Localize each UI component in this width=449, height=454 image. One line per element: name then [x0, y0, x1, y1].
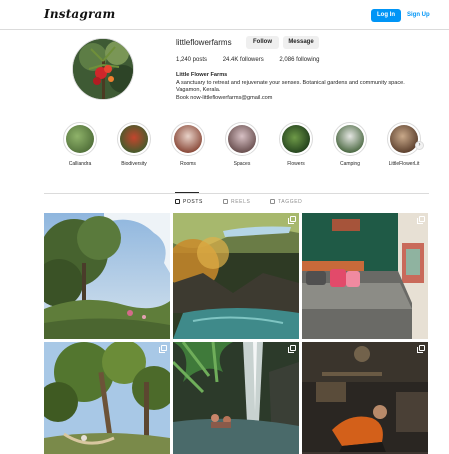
highlight-label: Spaces [233, 161, 251, 167]
highlight-label: Camping [339, 161, 360, 167]
tab-posts-label: POSTS [183, 199, 203, 205]
bio-description: A sanctuary to retreat and rejuvenate yo… [176, 79, 405, 86]
highlight-item[interactable]: Biodiversity [109, 122, 159, 167]
highlight-item[interactable]: Rooms [163, 122, 213, 167]
tabs-divider [44, 193, 429, 194]
tab-tagged[interactable]: TAGGED [270, 199, 302, 205]
tab-reels[interactable]: REELS [223, 199, 250, 205]
follow-button[interactable]: Follow [246, 36, 279, 49]
bio-location: Vagamon, Kerala. [176, 87, 221, 93]
profile-bio: Little Flower Farms A sanctuary to retre… [176, 72, 426, 102]
tab-posts[interactable]: POSTS [175, 199, 203, 205]
chevron-right-icon[interactable]: › [415, 141, 424, 150]
tab-tagged-label: TAGGED [278, 199, 303, 205]
top-nav-bar: Instagram Log In Sign Up [0, 0, 449, 30]
carousel-icon [288, 345, 296, 353]
carousel-icon [417, 345, 425, 353]
tab-reels-label: REELS [231, 199, 251, 205]
post-thumbnail[interactable] [302, 213, 428, 339]
carousel-icon [159, 345, 167, 353]
highlight-item[interactable]: Spaces [217, 122, 267, 167]
highlight-item[interactable]: Flowers [271, 122, 321, 167]
active-tab-indicator [175, 192, 199, 193]
profile-avatar[interactable] [72, 38, 134, 100]
posts-count: 1,240 posts [176, 57, 208, 63]
story-highlights: Calliandra Biodiversity Rooms Spaces Flo… [0, 122, 449, 172]
grid-icon [175, 199, 180, 204]
highlight-label: Rooms [180, 161, 196, 167]
followers-count[interactable]: 24.4K followers [223, 57, 264, 63]
profile-display-name: Little Flower Farms [176, 72, 228, 78]
carousel-icon [288, 216, 296, 224]
post-thumbnail[interactable] [44, 342, 170, 454]
tagged-icon [270, 199, 275, 204]
instagram-logo[interactable]: Instagram [44, 7, 115, 21]
highlight-label: Biodiversity [121, 161, 147, 167]
reels-icon [223, 199, 228, 204]
carousel-icon [417, 216, 425, 224]
posts-grid [44, 213, 429, 454]
profile-username: littleflowerfarms [176, 38, 232, 47]
signup-link[interactable]: Sign Up [407, 9, 431, 22]
post-thumbnail[interactable] [173, 342, 299, 454]
highlight-item[interactable]: Camping [325, 122, 375, 167]
highlight-item[interactable]: Calliandra [55, 122, 105, 167]
message-button[interactable]: Message [283, 36, 319, 49]
bio-contact: Book now-littleflowerfarms@gmail.com [176, 94, 273, 101]
login-button[interactable]: Log In [371, 9, 401, 22]
post-thumbnail[interactable] [44, 213, 170, 339]
profile-stats: 1,240 posts 24.4K followers 2,086 follow… [176, 57, 333, 63]
highlight-label: Calliandra [68, 161, 92, 167]
highlight-label: LittleFlowerLit [388, 161, 420, 167]
highlight-label: Flowers [287, 161, 305, 167]
following-count[interactable]: 2,086 following [279, 57, 319, 63]
post-thumbnail[interactable] [302, 342, 428, 454]
post-thumbnail[interactable] [173, 213, 299, 339]
